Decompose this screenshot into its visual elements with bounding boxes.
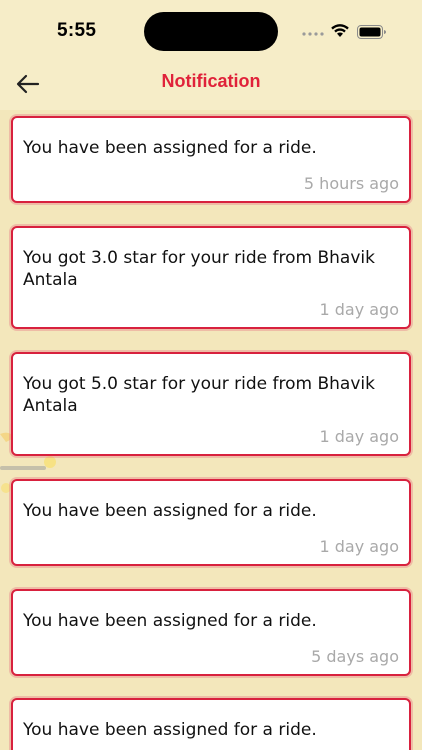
notification-card[interactable]: You have been assigned for a ride. 5 day… [11,589,411,676]
notification-card[interactable]: You have been assigned for a ride. 5 hou… [11,116,411,203]
notification-time: 1 day ago [319,427,399,446]
notification-time: 5 days ago [311,647,399,666]
wifi-icon [331,24,349,37]
status-time: 5:55 [57,20,97,41]
navigation-bar: Notification [0,60,422,110]
page-title: Notification [161,71,261,91]
notification-time: 1 day ago [319,537,399,556]
notification-message: You have been assigned for a ride. [23,138,317,158]
notification-time: 5 hours ago [303,174,399,193]
dynamic-island [144,12,278,51]
notification-card[interactable]: You got 5.0 star for your ride from Bhav… [11,352,411,456]
notification-message: You have been assigned for a ride. [23,611,317,631]
notification-card[interactable]: You got 3.0 star for your ride from Bhav… [11,226,411,329]
battery-icon [357,25,386,39]
notification-card[interactable]: You have been assigned for a ride. [11,698,411,750]
cellular-signal-icon [302,32,324,36]
notification-message: You got 3.0 star for your ride from Bhav… [23,248,375,290]
notification-card[interactable]: You have been assigned for a ride. 1 day… [11,479,411,566]
status-bar: 5:55 [0,0,422,60]
notification-message: You have been assigned for a ride. [23,720,317,740]
notification-time: 1 day ago [319,300,399,319]
notification-message: You got 5.0 star for your ride from Bhav… [23,374,375,416]
notification-message: You have been assigned for a ride. [23,501,317,521]
